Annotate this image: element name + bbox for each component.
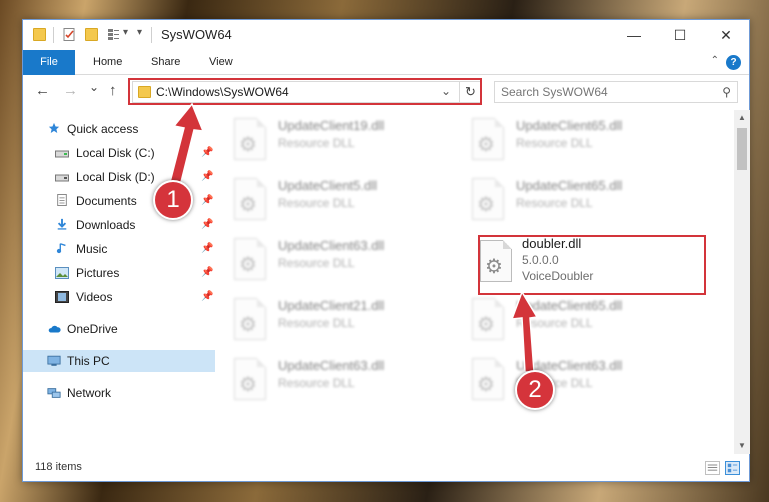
step-marker-2: 2 [515,370,555,410]
arrow-to-file [510,290,539,373]
annotation-arrows [167,102,539,373]
step-marker-1: 1 [153,180,193,220]
